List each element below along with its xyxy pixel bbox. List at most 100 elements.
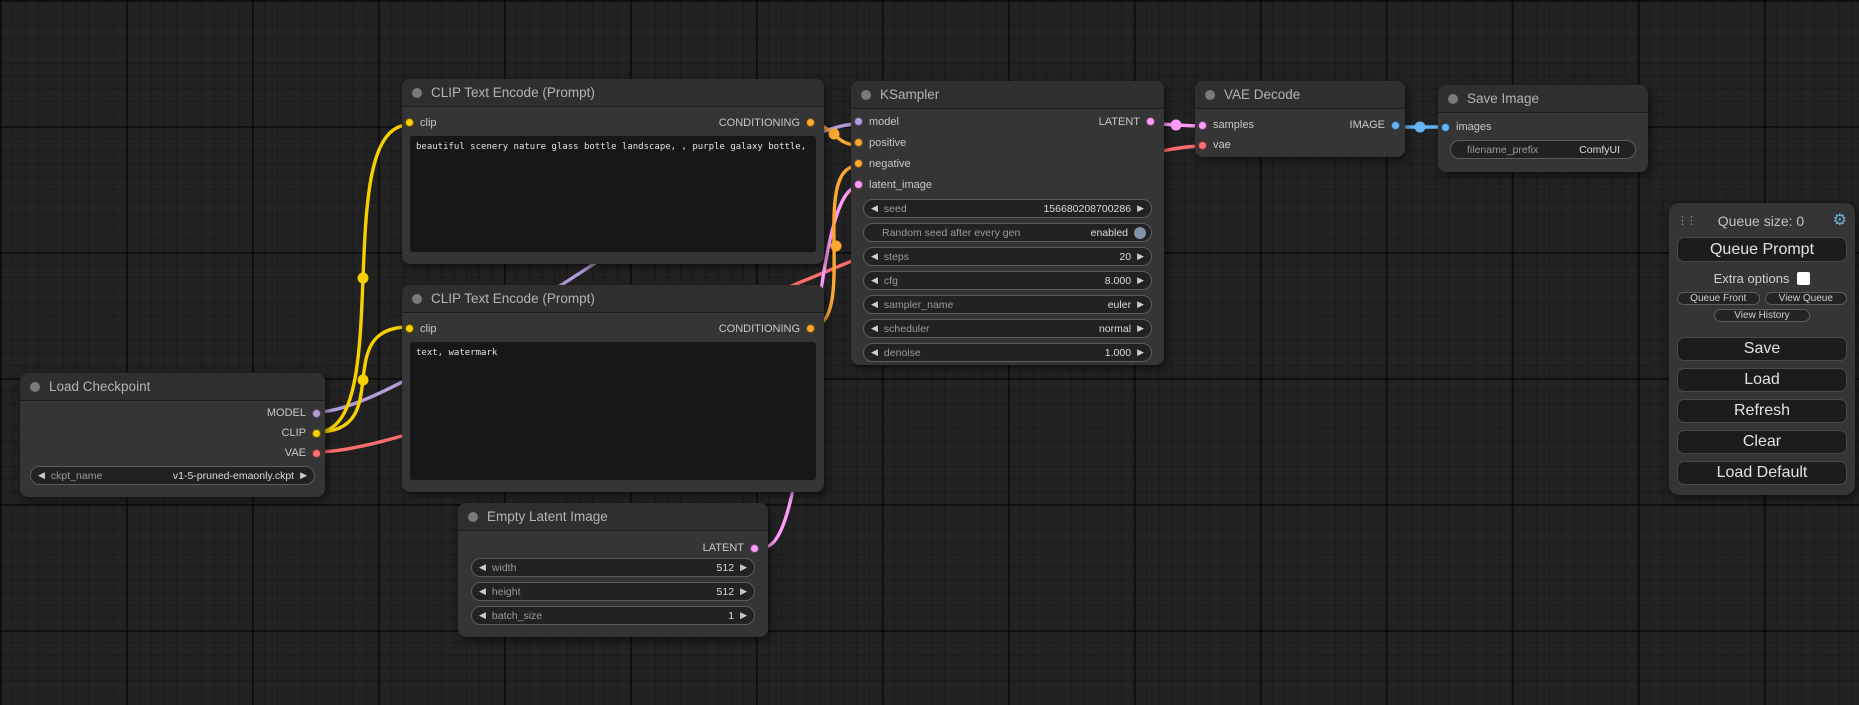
widget-scheduler[interactable]: ◀ scheduler normal ▶ (863, 319, 1152, 338)
input-port-samples[interactable] (1198, 121, 1207, 130)
increment-arrow-icon[interactable]: ▶ (1137, 300, 1144, 309)
prompt-textarea[interactable]: text, watermark (410, 342, 816, 480)
collapse-dot[interactable] (468, 512, 478, 522)
output-slot-model[interactable]: MODEL (267, 407, 321, 419)
increment-arrow-icon[interactable]: ▶ (1137, 276, 1144, 285)
node-title-bar[interactable]: VAE Decode (1195, 81, 1405, 109)
prompt-textarea[interactable]: beautiful scenery nature glass bottle la… (410, 136, 816, 252)
widget-random-seed-toggle[interactable]: Random seed after every gen enabled (863, 223, 1152, 242)
node-title-bar[interactable]: KSampler (851, 81, 1164, 109)
node-graph-canvas[interactable]: Load Checkpoint MODEL CLIP VAE (0, 0, 1859, 705)
output-slot-conditioning[interactable]: CONDITIONING (719, 117, 815, 129)
widget-filename-prefix[interactable]: filename_prefix ComfyUI (1450, 140, 1636, 159)
drag-handle-icon[interactable]: ⋮⋮ (1677, 216, 1693, 227)
decrement-arrow-icon[interactable]: ◀ (871, 324, 878, 333)
decrement-arrow-icon[interactable]: ◀ (871, 204, 878, 213)
output-port-latent[interactable] (1146, 117, 1155, 126)
input-port-positive[interactable] (854, 138, 863, 147)
input-slot-images[interactable]: images (1441, 121, 1491, 133)
increment-arrow-icon[interactable]: ▶ (1137, 348, 1144, 357)
node-title-bar[interactable]: CLIP Text Encode (Prompt) (402, 285, 824, 313)
widget-cfg[interactable]: ◀ cfg 8.000 ▶ (863, 271, 1152, 290)
node-load-checkpoint[interactable]: Load Checkpoint MODEL CLIP VAE (20, 373, 325, 497)
input-slot-clip[interactable]: clip (405, 117, 437, 129)
settings-gear-icon[interactable]: ⚙ (1829, 213, 1847, 229)
output-port-latent[interactable] (750, 544, 759, 553)
input-port-model[interactable] (854, 117, 863, 126)
increment-arrow-icon[interactable]: ▶ (740, 563, 747, 572)
increment-arrow-icon[interactable]: ▶ (1137, 324, 1144, 333)
widget-sampler-name[interactable]: ◀ sampler_name euler ▶ (863, 295, 1152, 314)
node-title-bar[interactable]: Load Checkpoint (20, 373, 325, 401)
output-slot-vae[interactable]: VAE (285, 447, 321, 459)
input-port-clip[interactable] (405, 118, 414, 127)
increment-arrow-icon[interactable]: ▶ (300, 471, 307, 480)
decrement-arrow-icon[interactable]: ◀ (871, 348, 878, 357)
collapse-dot[interactable] (1448, 94, 1458, 104)
decrement-arrow-icon[interactable]: ◀ (871, 300, 878, 309)
input-slot-positive[interactable]: positive (854, 137, 906, 149)
node-save-image[interactable]: Save Image images filename_prefix ComfyU… (1438, 85, 1648, 172)
refresh-button[interactable]: Refresh (1677, 399, 1847, 423)
decrement-arrow-icon[interactable]: ◀ (479, 563, 486, 572)
queue-front-button[interactable]: Queue Front (1677, 292, 1760, 305)
output-slot-latent[interactable]: LATENT (703, 542, 759, 554)
node-vae-decode[interactable]: VAE Decode samples IMAGE vae (1195, 81, 1405, 157)
node-clip-text-encode-positive[interactable]: CLIP Text Encode (Prompt) clip CONDITION… (402, 79, 824, 264)
collapse-dot[interactable] (412, 294, 422, 304)
increment-arrow-icon[interactable]: ▶ (1137, 204, 1144, 213)
increment-arrow-icon[interactable]: ▶ (740, 611, 747, 620)
widget-height[interactable]: ◀ height 512 ▶ (471, 582, 755, 601)
input-slot-negative[interactable]: negative (854, 158, 911, 170)
input-port-vae[interactable] (1198, 141, 1207, 150)
input-slot-clip[interactable]: clip (405, 323, 437, 335)
clear-button[interactable]: Clear (1677, 430, 1847, 454)
node-title-bar[interactable]: Empty Latent Image (458, 503, 768, 531)
decrement-arrow-icon[interactable]: ◀ (479, 587, 486, 596)
output-port-conditioning[interactable] (806, 324, 815, 333)
node-title-bar[interactable]: CLIP Text Encode (Prompt) (402, 79, 824, 107)
increment-arrow-icon[interactable]: ▶ (1137, 252, 1144, 261)
collapse-dot[interactable] (412, 88, 422, 98)
output-port-conditioning[interactable] (806, 118, 815, 127)
decrement-arrow-icon[interactable]: ◀ (479, 611, 486, 620)
widget-denoise[interactable]: ◀ denoise 1.000 ▶ (863, 343, 1152, 362)
toggle-indicator[interactable] (1134, 227, 1146, 239)
widget-width[interactable]: ◀ width 512 ▶ (471, 558, 755, 577)
node-title-bar[interactable]: Save Image (1438, 85, 1648, 113)
input-port-clip[interactable] (405, 324, 414, 333)
widget-steps[interactable]: ◀ steps 20 ▶ (863, 247, 1152, 266)
queue-prompt-button[interactable]: Queue Prompt (1677, 237, 1847, 262)
decrement-arrow-icon[interactable]: ◀ (871, 276, 878, 285)
increment-arrow-icon[interactable]: ▶ (740, 587, 747, 596)
output-slot-latent[interactable]: LATENT (1099, 116, 1155, 128)
output-port-vae[interactable] (312, 449, 321, 458)
decrement-arrow-icon[interactable]: ◀ (38, 471, 45, 480)
input-slot-samples[interactable]: samples (1198, 119, 1254, 131)
widget-batch-size[interactable]: ◀ batch_size 1 ▶ (471, 606, 755, 625)
output-port-image[interactable] (1391, 121, 1400, 130)
output-slot-clip[interactable]: CLIP (282, 427, 321, 439)
input-port-negative[interactable] (854, 159, 863, 168)
collapse-dot[interactable] (861, 90, 871, 100)
input-port-images[interactable] (1441, 123, 1450, 132)
load-button[interactable]: Load (1677, 368, 1847, 392)
output-port-model[interactable] (312, 409, 321, 418)
collapse-dot[interactable] (1205, 90, 1215, 100)
node-ksampler[interactable]: KSampler model LATENT positive (851, 81, 1164, 365)
output-slot-image[interactable]: IMAGE (1350, 119, 1400, 131)
collapse-dot[interactable] (30, 382, 40, 392)
input-slot-vae[interactable]: vae (1198, 139, 1231, 151)
extra-options-checkbox[interactable] (1797, 272, 1810, 285)
input-port-latent-image[interactable] (854, 180, 863, 189)
node-clip-text-encode-negative[interactable]: CLIP Text Encode (Prompt) clip CONDITION… (402, 285, 824, 492)
input-slot-model[interactable]: model (854, 116, 899, 128)
output-port-clip[interactable] (312, 429, 321, 438)
view-history-button[interactable]: View History (1714, 309, 1810, 322)
widget-seed[interactable]: ◀ seed 156680208700286 ▶ (863, 199, 1152, 218)
view-queue-button[interactable]: View Queue (1765, 292, 1848, 305)
widget-ckpt-name[interactable]: ◀ ckpt_name v1-5-pruned-emaonly.ckpt ▶ (30, 466, 315, 485)
save-button[interactable]: Save (1677, 337, 1847, 361)
output-slot-conditioning[interactable]: CONDITIONING (719, 323, 815, 335)
load-default-button[interactable]: Load Default (1677, 461, 1847, 485)
